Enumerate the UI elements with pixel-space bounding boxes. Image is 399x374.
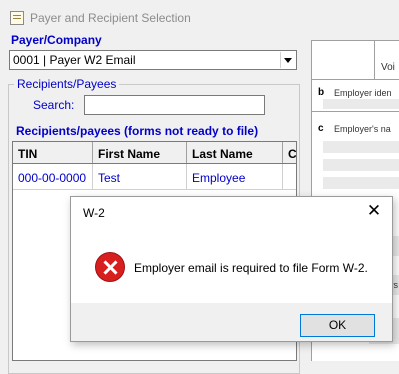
window-title: Payer and Recipient Selection [30, 11, 191, 25]
recipients-group-title: Recipients/Payees [14, 77, 120, 91]
dialog-message: Employer email is required to file Form … [134, 261, 368, 275]
column-header-last-name[interactable]: Last Name [187, 142, 283, 163]
void-label: Voi [381, 62, 395, 73]
close-icon[interactable]: ✕ [364, 202, 384, 220]
ok-button[interactable]: OK [300, 314, 375, 337]
employer-id-field[interactable] [323, 99, 399, 109]
employer-address-field-2[interactable] [323, 177, 399, 189]
dialog-title: W-2 [83, 206, 105, 220]
recipients-heading: Recipients/payees (forms not ready to fi… [16, 124, 259, 138]
form-divider [374, 40, 375, 80]
box-b-label: Employer iden [334, 88, 392, 98]
search-label: Search: [33, 98, 75, 112]
payer-select[interactable]: 0001 | Payer W2 Email [9, 50, 297, 70]
cell-c [283, 164, 296, 189]
payer-label: Payer/Company [11, 33, 102, 47]
table-header: TIN First Name Last Name C [13, 142, 296, 164]
payer-selected-value: 0001 | Payer W2 Email [13, 53, 136, 67]
column-header-first-name[interactable]: First Name [93, 142, 187, 163]
form-icon [10, 11, 24, 25]
error-icon [95, 252, 125, 282]
box-b-letter: b [318, 87, 325, 98]
error-dialog: W-2 ✕ Employer email is required to file… [70, 196, 393, 342]
cell-tin: 000-00-0000 [13, 164, 93, 189]
chevron-down-icon[interactable] [280, 52, 295, 68]
box-c-letter: c [318, 123, 324, 134]
form-divider [312, 111, 399, 112]
cell-last-name: Employee [187, 164, 283, 189]
employer-address-field-1[interactable] [323, 159, 399, 171]
employer-name-field[interactable] [323, 141, 399, 153]
search-input[interactable] [84, 95, 265, 115]
cell-first-name: Test [93, 164, 187, 189]
column-header-c[interactable]: C [283, 142, 296, 163]
table-row[interactable]: 000-00-0000 Test Employee [13, 164, 296, 190]
column-header-tin[interactable]: TIN [13, 142, 93, 163]
box-c-label: Employer's na [334, 124, 391, 134]
form-top-section [311, 40, 399, 80]
